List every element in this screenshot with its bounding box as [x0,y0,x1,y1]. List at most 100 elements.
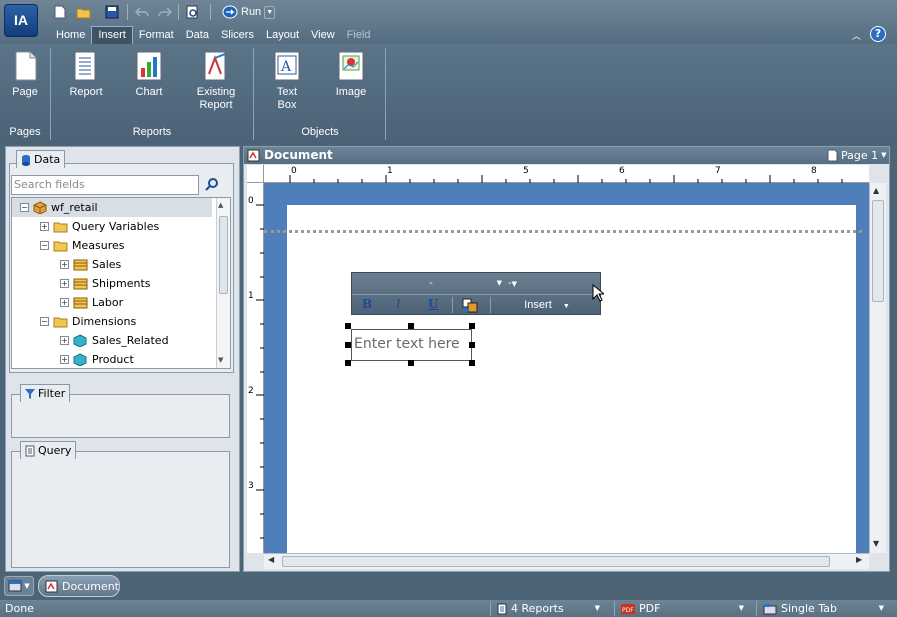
separator [385,48,386,140]
ribbon: Page Report Chart Existing Report A Text… [0,44,897,144]
tree-item[interactable]: + Labor [60,293,123,312]
size-select[interactable]: -▼ [508,275,526,292]
tree-item[interactable]: + Sales [60,255,121,274]
collapse-ribbon-icon[interactable]: ︿ [852,29,861,42]
tab-list-button[interactable]: ▼ [4,576,34,596]
run-button[interactable]: Run ▼ [222,4,276,20]
tree-item[interactable]: − wf_retail [12,198,212,217]
separator [210,4,211,20]
menu-slicers[interactable]: Slicers [215,26,260,44]
insert-page-button[interactable]: Page [5,50,45,99]
reports-dropdown[interactable]: 4 Reports ▼ [490,601,608,616]
resize-handle[interactable] [469,342,475,348]
tab-mode-dropdown[interactable]: Single Tab ▼ [756,601,890,616]
resize-handle[interactable] [408,323,414,329]
expand-icon[interactable]: + [60,279,69,288]
insert-chart-button[interactable]: Chart [128,50,170,99]
text-box[interactable]: Enter text here [351,329,472,361]
expand-icon[interactable]: + [60,298,69,307]
field-tree: − wf_retail + Query Variables − Measures + Sale… [11,197,231,369]
tree-item-label: Labor [92,296,124,309]
resize-handle[interactable] [345,360,351,366]
redo-icon[interactable] [157,4,173,20]
tree-item-label: Dimensions [72,315,137,328]
measure-icon [73,278,88,290]
menu-home[interactable]: Home [50,26,91,44]
tree-scrollbar[interactable]: ▲ ▼ [216,198,230,368]
print-preview-icon[interactable] [184,4,200,20]
resize-handle[interactable] [408,360,414,366]
tree-item[interactable]: + Query Variables [40,217,159,236]
bold-button[interactable]: B [362,297,372,311]
document-vertical-scrollbar[interactable]: ▲ ▼ [869,183,886,553]
chevron-down-icon: ▼ [496,279,502,287]
separator [253,48,254,140]
tree-item[interactable]: − Dimensions [40,312,136,331]
font-select[interactable]: - ▼ [356,275,506,292]
menu-layout[interactable]: Layout [260,26,305,44]
tab-filter[interactable]: Filter [20,384,71,402]
expand-icon[interactable]: + [60,355,69,364]
insert-existing-report-button[interactable]: Existing Report [190,50,242,112]
collapse-icon[interactable]: − [40,317,49,326]
insert-report-button[interactable]: Report [62,50,110,99]
document-horizontal-scrollbar[interactable]: ◀ ▶ [264,553,869,569]
collapse-icon[interactable]: − [40,241,49,250]
svg-text:PDF: PDF [622,607,634,614]
resize-handle[interactable] [469,360,475,366]
expand-icon[interactable]: + [60,336,69,345]
resize-handle[interactable] [345,342,351,348]
search-icon[interactable] [204,177,224,195]
text-color-icon[interactable] [462,298,478,316]
insert-image-button[interactable]: Image [330,50,372,99]
ruler-label: 6 [619,166,625,176]
search-input[interactable]: Search fields [11,175,199,195]
format-dropdown[interactable]: PDF PDF ▼ [614,601,750,616]
tree-item[interactable]: + Product [60,350,134,368]
menu-data[interactable]: Data [180,26,215,44]
expand-icon[interactable]: + [60,260,69,269]
insert-text-box-button[interactable]: A Text Box [266,50,308,112]
group-objects-label: Objects [301,126,339,138]
new-icon[interactable] [52,4,68,20]
report-page[interactable] [264,205,862,555]
app-logo[interactable]: IA [4,4,38,37]
tree-item[interactable]: − Measures [40,236,124,255]
undo-icon[interactable] [134,4,150,20]
menu-format[interactable]: Format [133,26,180,44]
bottom-tab-bar: ▼ Document [0,573,897,600]
run-dropdown-icon[interactable]: ▼ [264,5,276,19]
vertical-ruler: 0 1 2 3 [247,183,264,553]
expand-icon[interactable]: + [40,222,49,231]
insert-dropdown[interactable]: Insert ▼ [502,297,592,314]
horizontal-ruler: 0 1 5 6 7 8 [264,165,869,183]
folder-icon [53,221,68,233]
page-selector[interactable]: Page 1 ▼ [827,147,887,164]
open-folder-icon[interactable] [76,4,92,20]
title-bar: IA Run ▼ Home Insert Format Data Slicers Layo… [0,0,897,46]
resize-handle[interactable] [469,323,475,329]
report-icon [497,603,507,614]
tree-item-label: Sales [92,258,122,271]
ruler-corner [247,165,264,183]
status-bar: Done 4 Reports ▼ PDF PDF ▼ Single Tab ▼ [0,600,897,617]
menu-insert[interactable]: Insert [91,26,133,44]
tab-document[interactable]: Document [38,575,120,597]
italic-button[interactable]: I [396,297,401,311]
windows-icon [8,580,22,592]
resize-handle[interactable] [345,323,351,329]
tree-item-label: Measures [72,239,125,252]
page-icon [10,50,40,82]
save-icon[interactable] [104,4,120,20]
tree-item[interactable]: + Shipments [60,274,151,293]
chevron-down-icon: ▼ [594,604,600,612]
status-text: Done [5,602,34,615]
collapse-icon[interactable]: − [20,203,29,212]
menu-view[interactable]: View [305,26,341,44]
tab-data[interactable]: Data [16,150,66,168]
tree-item[interactable]: + Sales_Related [60,331,169,350]
menu-field[interactable]: Field [341,26,377,44]
help-icon[interactable]: ? [870,26,886,42]
tab-query[interactable]: Query [20,441,77,459]
underline-button[interactable]: U [428,297,438,311]
